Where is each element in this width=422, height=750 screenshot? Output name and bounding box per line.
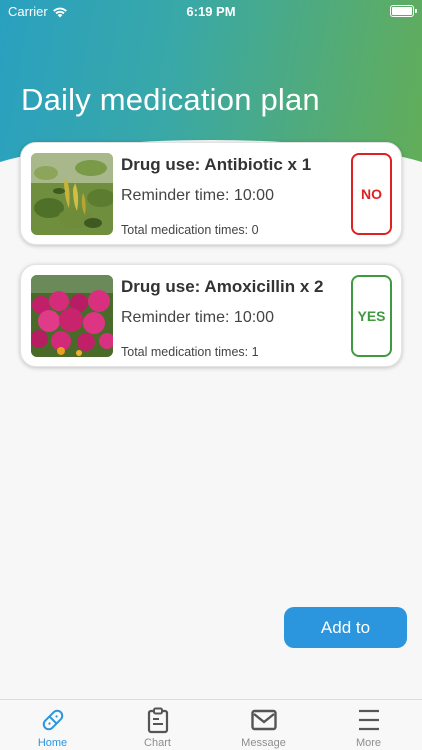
reminder-time: Reminder time: 10:00 bbox=[121, 309, 274, 326]
tab-chart[interactable]: Chart bbox=[105, 700, 210, 750]
clock: 6:19 PM bbox=[186, 4, 236, 19]
tab-label: Message bbox=[241, 737, 286, 749]
taken-status-button[interactable]: NO bbox=[351, 153, 392, 235]
tab-message[interactable]: Message bbox=[211, 700, 316, 750]
taken-status-button[interactable]: YES bbox=[351, 275, 392, 357]
total-times: Total medication times: 1 bbox=[121, 345, 259, 359]
envelope-icon bbox=[250, 709, 277, 731]
tab-label: Home bbox=[37, 737, 68, 749]
status-bar: Carrier 6:19 PM bbox=[0, 0, 422, 22]
drug-label: Drug use: Antibiotic x 1 bbox=[121, 155, 312, 174]
page-title: Daily medication plan bbox=[21, 82, 320, 117]
add-to-button[interactable]: Add to bbox=[284, 607, 407, 648]
tab-more[interactable]: More bbox=[316, 700, 421, 750]
plant-photo bbox=[31, 153, 113, 235]
total-times: Total medication times: 0 bbox=[121, 223, 259, 237]
tab-home[interactable]: Home bbox=[0, 700, 105, 750]
battery-icon bbox=[390, 5, 417, 17]
medication-card[interactable]: Drug use: Amoxicillin x 2 Reminder time:… bbox=[20, 264, 402, 367]
drug-label: Drug use: Amoxicillin x 2 bbox=[121, 277, 324, 296]
pill-icon bbox=[42, 709, 63, 731]
flower-photo bbox=[31, 275, 113, 357]
tab-label: More bbox=[355, 737, 382, 749]
reminder-time: Reminder time: 10:00 bbox=[121, 187, 274, 204]
menu-icon bbox=[358, 709, 379, 731]
tab-bar: Home Chart Message More bbox=[0, 699, 422, 750]
tab-label: Chart bbox=[144, 737, 171, 749]
clipboard-icon bbox=[147, 707, 168, 734]
medication-card[interactable]: Drug use: Antibiotic x 1 Reminder time: … bbox=[20, 142, 402, 245]
